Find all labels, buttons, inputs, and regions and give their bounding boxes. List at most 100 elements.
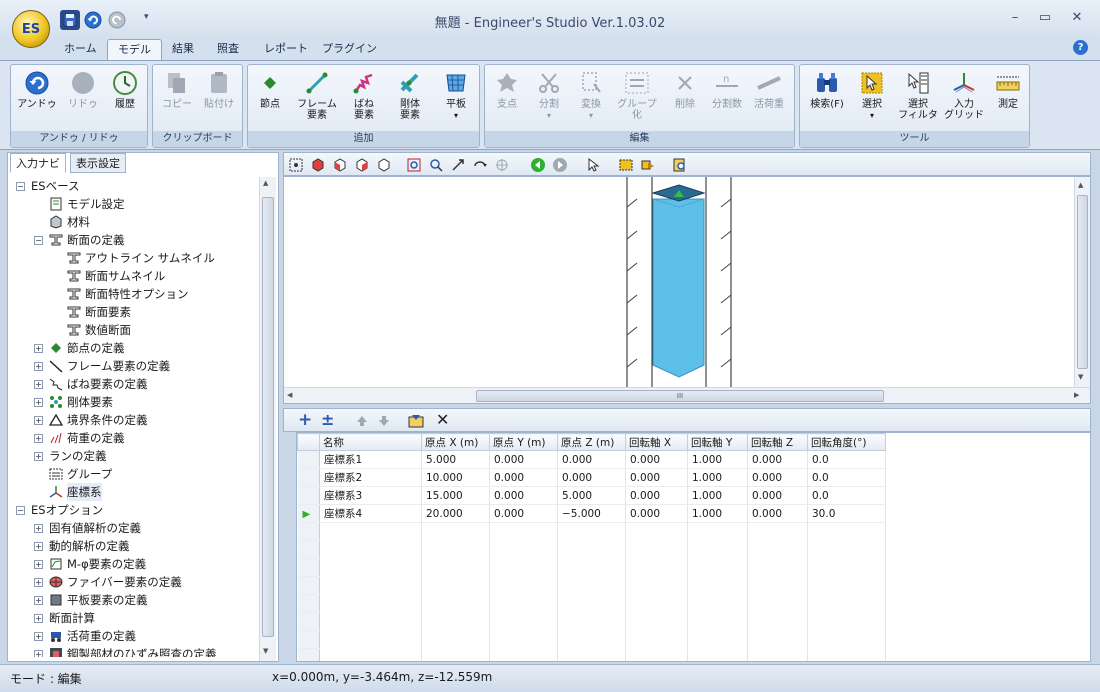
table-cell[interactable]: 座標系3 [319,486,422,505]
scroll-right-icon[interactable]: ▶ [1074,391,1079,399]
undo-button[interactable]: アンドゥ [17,69,57,131]
tab-plugin[interactable]: プラグイン [312,39,387,60]
app-menu-orb[interactable]: ES [12,10,50,48]
table-cell[interactable]: 1.000 [687,486,748,505]
insert-row-button[interactable]: ± [321,410,334,429]
tree-item[interactable]: 断面要素 [10,303,258,321]
save-icon[interactable] [60,10,80,30]
column-header[interactable]: 原点 Y (m) [489,433,558,451]
table-row[interactable]: ▶ 座標系4 20.000 0.000 −5.000 0.000 1.000 0.000 30.… [297,504,886,523]
row-header[interactable]: ▶ [297,504,320,523]
column-header[interactable]: 原点 Z (m) [557,433,626,451]
tree-item[interactable]: + 断面計算 [10,609,258,627]
table-cell[interactable]: 0.0 [807,468,886,487]
copy-button[interactable]: コピー [157,69,197,131]
add-row-button[interactable]: + [298,410,312,430]
support-button[interactable]: 支点 [487,69,527,131]
vertical-scrollbar[interactable]: ▲ ▼ [1074,177,1090,387]
find-icon[interactable] [672,157,688,173]
table-cell[interactable]: 0.000 [625,504,688,523]
row-header[interactable] [297,450,320,469]
table-cell[interactable]: 5.000 [557,486,626,505]
view-front-icon[interactable] [332,157,348,173]
tree-item[interactable]: + 境界条件の定義 [10,411,258,429]
table-cell[interactable]: 座標系4 [319,504,422,523]
tree-item[interactable]: + 固有値解析の定義 [10,519,258,537]
expand-icon[interactable]: + [34,595,43,605]
tree-scroll-thumb[interactable] [262,197,274,637]
expand-icon[interactable]: + [34,379,43,389]
select-mode-icon[interactable] [640,157,656,173]
tree-item[interactable]: 材料 [10,213,258,231]
live-load-button[interactable]: 活荷重 [749,69,789,131]
table-cell[interactable]: 1.000 [687,504,748,523]
tree-item[interactable]: + 荷重の定義 [10,429,258,447]
expand-icon[interactable]: + [34,451,43,461]
forward-icon[interactable] [552,157,568,173]
tab-home[interactable]: ホーム [54,39,107,60]
plate-button[interactable]: 平板 ▾ [436,69,476,131]
help-icon[interactable]: ? [1073,40,1088,55]
search-button[interactable]: 検索(F) [804,69,850,131]
move-up-icon[interactable] [354,413,370,429]
center-icon[interactable] [494,157,510,173]
minimize-button[interactable]: – [1000,6,1030,28]
scroll-up-icon[interactable]: ▲ [263,179,268,187]
maximize-button[interactable]: ▭ [1030,6,1060,28]
collapse-icon[interactable]: − [34,235,43,245]
model-canvas[interactable] [284,177,1090,387]
move-down-icon[interactable] [376,413,392,429]
table-cell[interactable]: 0.000 [557,468,626,487]
pointer-select-icon[interactable] [586,157,602,173]
expand-icon[interactable]: + [34,415,43,425]
row-header[interactable] [297,486,320,505]
tree-item[interactable]: 数値断面 [10,321,258,339]
paste-button[interactable]: 貼付け [199,69,239,131]
tree-item[interactable]: + 剛体要素 [10,393,258,411]
measure-button[interactable]: 測定 [988,69,1028,131]
tab-report[interactable]: レポート [254,39,318,60]
table-cell[interactable]: 30.0 [807,504,886,523]
tree-item[interactable]: + ランの定義 [10,447,258,465]
table-cell[interactable]: 0.000 [747,486,808,505]
node-button[interactable]: 節点 [250,69,290,131]
expand-icon[interactable]: + [34,559,43,569]
spring-element-button[interactable]: ばね 要素 [344,69,384,131]
table-row[interactable]: 座標系2 10.000 0.000 0.000 0.000 1.000 0.000 0.0 [297,468,886,487]
table-cell[interactable]: 0.000 [625,486,688,505]
undo-icon[interactable] [83,10,103,30]
select-filter-button[interactable]: 選択 フィルタ [896,69,940,131]
table-cell[interactable]: 0.000 [489,504,558,523]
table-cell[interactable]: 0.000 [747,450,808,469]
expand-icon[interactable]: + [34,613,43,623]
tree-item[interactable]: + フレーム要素の定義 [10,357,258,375]
tree-item[interactable]: + ファイバー要素の定義 [10,573,258,591]
scroll-left-icon[interactable]: ◀ [287,391,292,399]
zoom-window-icon[interactable] [406,157,422,173]
quick-access-dropdown-icon[interactable]: ▾ [144,12,149,22]
table-cell[interactable]: 1.000 [687,450,748,469]
row-header[interactable] [297,468,320,487]
history-button[interactable]: 履歴 [105,69,145,131]
tree-item[interactable]: + ばね要素の定義 [10,375,258,393]
tree-item[interactable]: アウトライン サムネイル [10,249,258,267]
tree-item[interactable]: + 活荷重の定義 [10,627,258,645]
table-cell[interactable]: 座標系1 [319,450,422,469]
tab-check[interactable]: 照査 [207,39,249,60]
close-button[interactable]: ✕ [1062,6,1092,28]
group-button[interactable]: グループ 化 [613,69,661,131]
redo-button[interactable]: リドゥ [63,69,103,131]
collapse-icon[interactable]: − [16,181,25,191]
table-cell[interactable]: 0.0 [807,450,886,469]
table-cell[interactable]: 0.000 [625,468,688,487]
zoom-out-icon[interactable] [428,157,444,173]
tree-item[interactable]: + 動的解析の定義 [10,537,258,555]
tree-item[interactable]: モデル設定 [10,195,258,213]
tree-item[interactable]: + 平板要素の定義 [10,591,258,609]
table-cell[interactable]: 0.000 [489,450,558,469]
delete-button[interactable]: 削除 [665,69,705,131]
column-header[interactable]: 回転軸 Z [747,433,808,451]
redo-icon[interactable] [107,10,127,30]
view-side-icon[interactable] [354,157,370,173]
tree-item[interactable]: 座標系 [10,483,258,501]
